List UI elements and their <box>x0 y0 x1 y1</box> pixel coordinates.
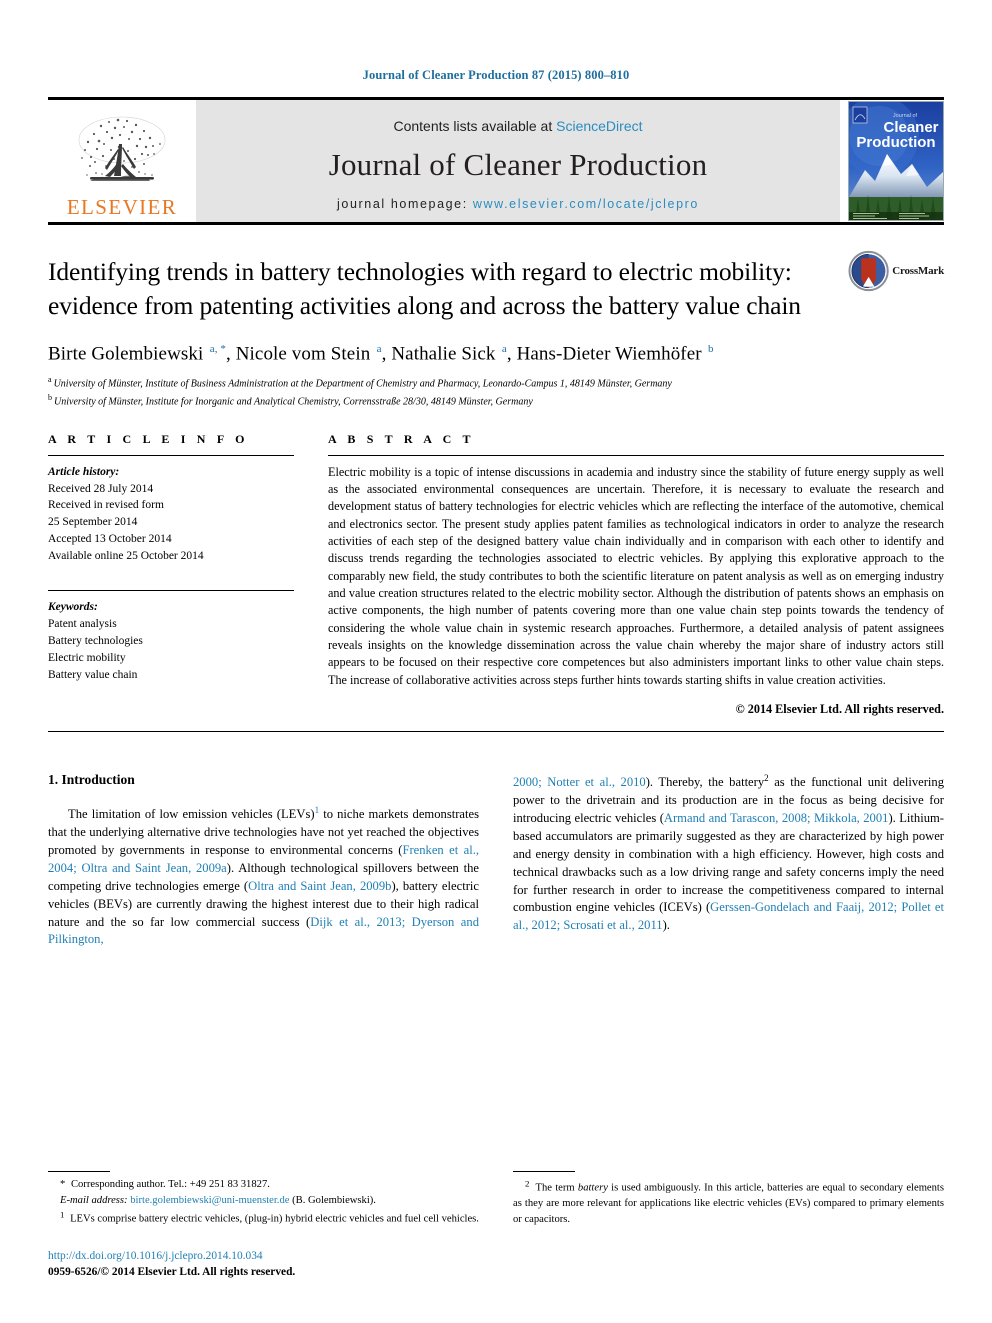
sciencedirect-link[interactable]: ScienceDirect <box>556 118 642 134</box>
footnote-1: 1 LEVs comprise battery electric vehicle… <box>60 1209 479 1225</box>
keywords-rule <box>48 590 294 592</box>
affiliation-a-text: University of Münster, Institute of Busi… <box>53 378 672 390</box>
corresponding-author-note: * Corresponding author. Tel.: +49 251 83… <box>60 1179 270 1191</box>
history-item: Received 28 July 2014 <box>48 482 154 495</box>
article-title: Identifying trends in battery technologi… <box>48 257 801 320</box>
history-item: 25 September 2014 <box>48 516 138 529</box>
history-item: Available online 25 October 2014 <box>48 549 204 562</box>
elsevier-logo: ELSEVIER <box>48 100 196 222</box>
elsevier-wordmark: ELSEVIER <box>66 195 178 219</box>
affiliations: a University of Münster, Institute of Bus… <box>48 374 944 410</box>
journal-title: Journal of Cleaner Production <box>328 146 708 182</box>
journal-cover-container: Journal of Cleaner Production <box>840 100 944 222</box>
doi-link[interactable]: http://dx.doi.org/10.1016/j.jclepro.2014… <box>48 1249 479 1265</box>
footnotes-region: * Corresponding author. Tel.: +49 251 83… <box>48 1171 944 1281</box>
abstract-heading: A B S T R A C T <box>328 431 475 446</box>
article-history-label: Article history: <box>48 465 120 478</box>
article-info-rule <box>48 454 294 456</box>
info-abstract-region: A R T I C L E I N F O Article history: R… <box>48 432 944 717</box>
abstract-text: Electric mobility is a topic of intense … <box>328 464 944 687</box>
article-info-column: A R T I C L E I N F O Article history: R… <box>48 432 294 717</box>
abstract-copyright: © 2014 Elsevier Ltd. All rights reserved… <box>735 702 944 717</box>
introduction-paragraph-left: The limitation of low emission vehicles … <box>48 805 479 947</box>
contents-prefix: Contents lists available at <box>393 117 557 134</box>
issn-copyright-line: 0959-6526/© 2014 Elsevier Ltd. All right… <box>48 1266 296 1279</box>
footnote-separator-left <box>48 1171 110 1173</box>
abstract-bottom-rule <box>48 731 944 733</box>
elsevier-tree-icon <box>78 116 166 181</box>
introduction-heading: 1. Introduction <box>48 772 135 788</box>
crossmark-icon <box>848 250 889 292</box>
crossmark-badge[interactable]: CrossMark <box>848 247 944 295</box>
affiliation-a: a University of Münster, Institute of Bus… <box>48 374 944 392</box>
keyword-item: Patent analysis <box>48 618 117 631</box>
homepage-prefix: journal homepage: <box>337 196 473 211</box>
footnotes-left: * Corresponding author. Tel.: +49 251 83… <box>48 1171 479 1281</box>
journal-cover-thumbnail: Journal of Cleaner Production <box>848 101 944 221</box>
title-block: Identifying trends in battery technologi… <box>48 225 944 410</box>
masthead-center: Contents lists available at ScienceDirec… <box>196 100 840 222</box>
journal-homepage-line: journal homepage: www.elsevier.com/locat… <box>337 197 699 211</box>
contents-available-line: Contents lists available at ScienceDirec… <box>393 118 642 134</box>
keywords-label: Keywords: <box>48 601 98 614</box>
history-item: Accepted 13 October 2014 <box>48 532 172 545</box>
author-list: Birte Golembiewski a, *, Nicole vom Stei… <box>48 342 714 365</box>
introduction-paragraph-right: 2000; Notter et al., 2010). Thereby, the… <box>513 773 944 933</box>
introduction-right-column: 2000; Notter et al., 2010). Thereby, the… <box>513 772 944 949</box>
keyword-item: Battery technologies <box>48 635 143 648</box>
article-info-heading: A R T I C L E I N F O <box>48 431 249 446</box>
footnote-separator-right <box>513 1171 575 1173</box>
crossmark-label: CrossMark <box>892 265 944 277</box>
article-page: Journal of Cleaner Production 87 (2015) … <box>0 0 992 1323</box>
abstract-rule <box>328 454 944 456</box>
homepage-url-link[interactable]: www.elsevier.com/locate/jclepro <box>473 197 699 211</box>
footnote-2: 2 The term battery is used ambiguously. … <box>513 1178 945 1225</box>
affiliation-b: b University of Münster, Institute for In… <box>48 392 944 410</box>
keywords-group: Keywords: Patent analysis Battery techno… <box>48 599 294 683</box>
email-address-note[interactable]: E-mail address: birte.golembiewski@uni-m… <box>48 1193 479 1208</box>
introduction-left-column: 1. Introduction The limitation of low em… <box>48 772 479 949</box>
history-item: Received in revised form <box>48 499 164 512</box>
keyword-item: Electric mobility <box>48 651 126 664</box>
doi-block: http://dx.doi.org/10.1016/j.jclepro.2014… <box>48 1249 479 1281</box>
introduction-region: 1. Introduction The limitation of low em… <box>48 772 944 949</box>
keyword-item: Battery value chain <box>48 668 138 681</box>
affiliation-b-text: University of Münster, Institute for Ino… <box>54 396 533 408</box>
cover-artwork: Journal of Cleaner Production <box>849 102 943 220</box>
article-history-group: Article history: Received 28 July 2014 R… <box>48 464 294 565</box>
running-head: Journal of Cleaner Production 87 (2015) … <box>362 68 630 82</box>
footnotes-right: 2 The term battery is used ambiguously. … <box>513 1171 944 1281</box>
svg-text:Production: Production <box>856 134 935 151</box>
journal-masthead: ELSEVIER Contents lists available at Sci… <box>48 100 944 222</box>
abstract-column: A B S T R A C T Electric mobility is a t… <box>328 432 944 717</box>
